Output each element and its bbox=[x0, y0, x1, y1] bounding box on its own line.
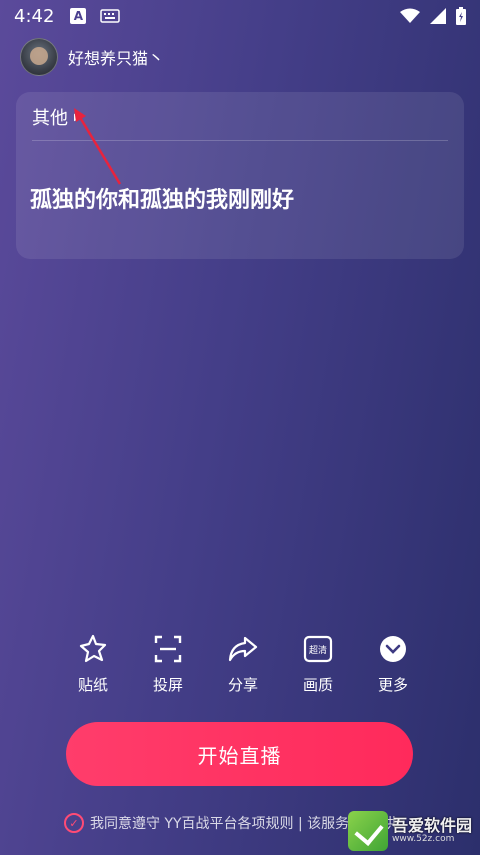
chevron-down-circle-icon bbox=[380, 636, 406, 662]
profile-header[interactable]: 好想养只猫丶 bbox=[20, 38, 164, 76]
tool-label: 贴纸 bbox=[77, 676, 108, 694]
tool-label: 分享 bbox=[227, 676, 258, 694]
site-watermark: 吾爱软件园 www.52z.com bbox=[347, 811, 472, 851]
tool-screen-cast[interactable]: 投屏 bbox=[133, 632, 203, 695]
tool-sticker[interactable]: 贴纸 bbox=[58, 632, 128, 695]
quality-badge: 超清 bbox=[309, 644, 327, 656]
checkbox-checked-icon[interactable]: ✓ bbox=[64, 813, 84, 833]
avatar[interactable] bbox=[20, 38, 58, 76]
tool-share[interactable]: 分享 bbox=[208, 632, 278, 695]
notification-a-icon: A bbox=[70, 8, 87, 24]
status-notifications: A bbox=[70, 8, 121, 24]
tool-label: 画质 bbox=[302, 676, 333, 694]
bottom-toolbar: 贴纸 投屏 分享 超清 画质 更多 bbox=[58, 632, 428, 695]
share-icon bbox=[228, 636, 258, 662]
tool-more[interactable]: 更多 bbox=[358, 632, 428, 695]
agreement-text: 我同意遵守 YY百战平台各项规则 | 该服务由 bbox=[90, 816, 364, 832]
quality-icon: 超清 bbox=[303, 635, 333, 663]
watermark-logo-icon bbox=[347, 811, 388, 851]
status-bar: 4:42 A bbox=[0, 0, 480, 32]
status-time: 4:42 bbox=[14, 5, 55, 27]
screen-cast-icon bbox=[154, 635, 182, 663]
tool-label: 投屏 bbox=[152, 676, 183, 694]
start-live-button[interactable]: 开始直播 bbox=[66, 722, 413, 786]
wifi-icon bbox=[400, 8, 420, 23]
battery-icon bbox=[456, 7, 466, 25]
sticker-icon bbox=[79, 634, 107, 663]
username: 好想养只猫丶 bbox=[68, 49, 165, 68]
annotation-arrow-icon bbox=[74, 108, 122, 185]
status-indicators bbox=[400, 7, 466, 25]
signal-icon bbox=[430, 8, 446, 24]
tool-label: 更多 bbox=[377, 676, 408, 694]
watermark-url: www.52z.com bbox=[391, 833, 455, 844]
category-label: 其他 bbox=[32, 108, 68, 129]
keyboard-icon bbox=[100, 9, 121, 23]
watermark-name: 吾爱软件园 bbox=[391, 816, 472, 836]
tool-quality[interactable]: 超清 画质 bbox=[283, 632, 353, 695]
